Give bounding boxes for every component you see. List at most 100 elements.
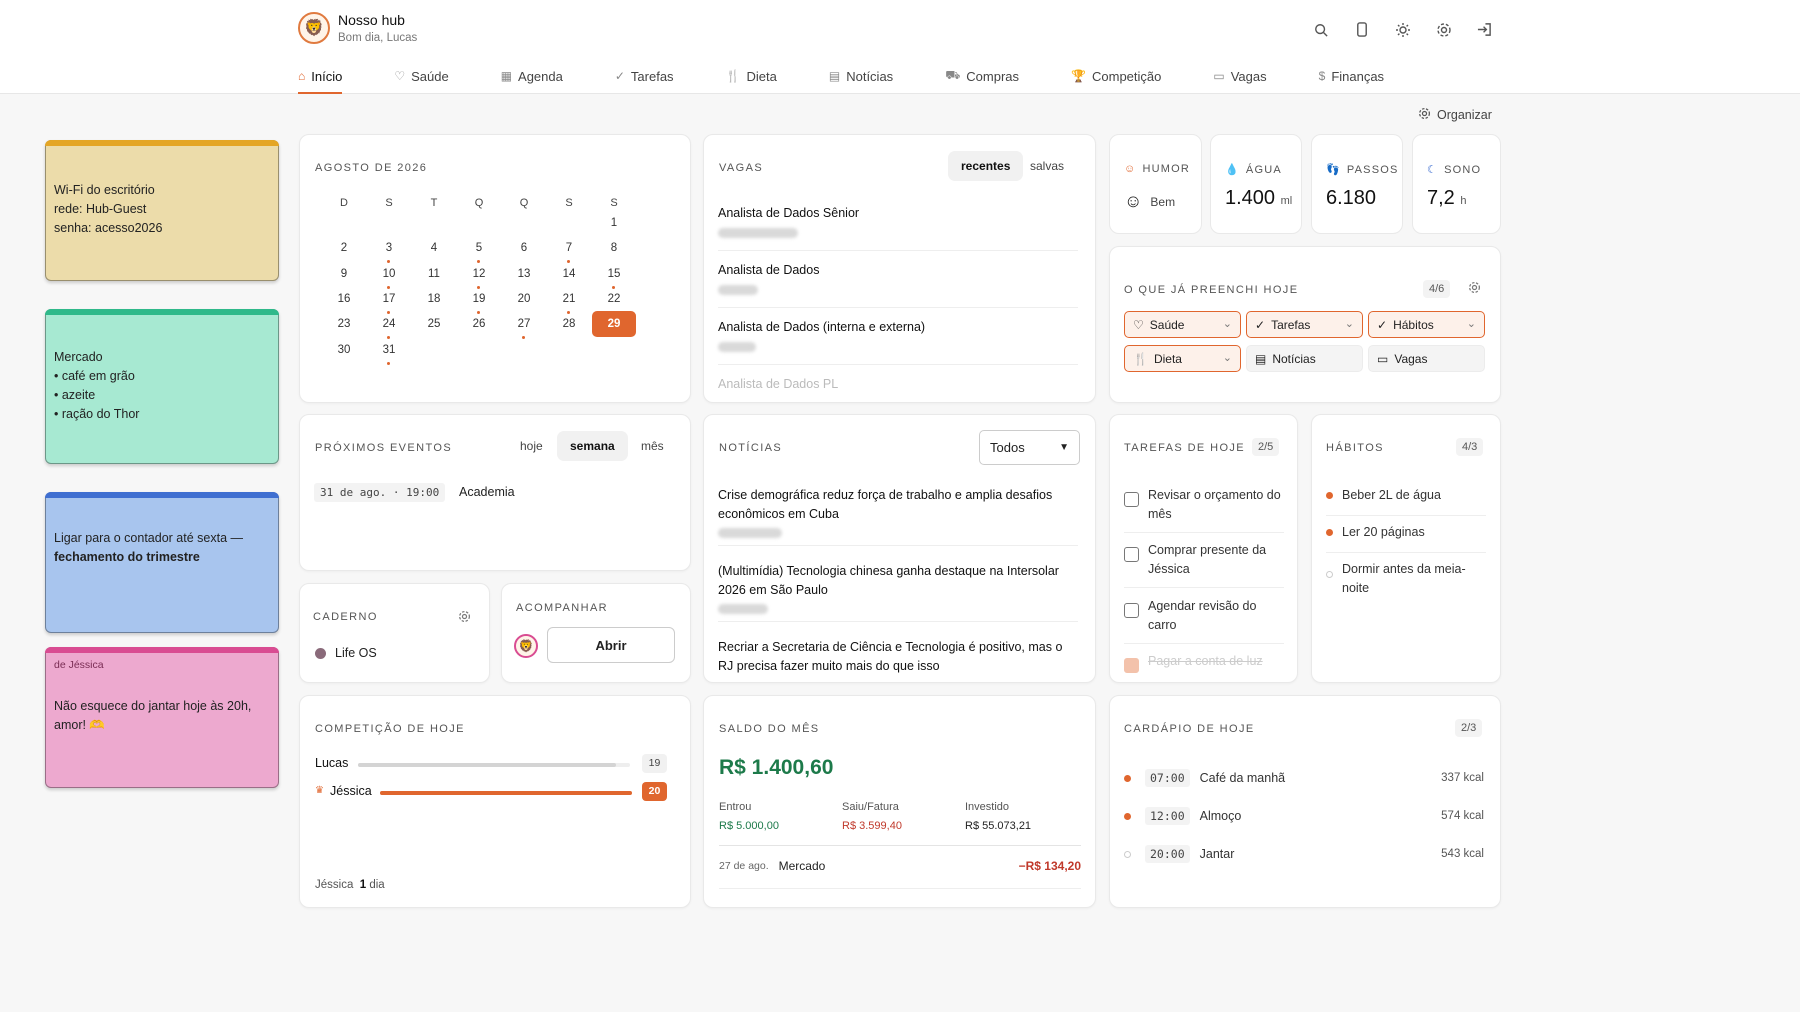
tab-4[interactable]: 🍴 Dieta: [726, 58, 829, 94]
meal-item[interactable]: 07:00 Café da manhã 337 kcal: [1124, 766, 1484, 790]
tab-2[interactable]: ▦ Agenda: [501, 58, 615, 94]
invested-value: R$ 55.073,21: [965, 820, 1032, 832]
calendar-day[interactable]: 14: [547, 264, 591, 290]
task-item[interactable]: Revisar o orçamento do mês: [1124, 486, 1284, 533]
news-item[interactable]: Recriar a Secretaria de Ciência e Tecnol…: [718, 638, 1078, 676]
gear-icon[interactable]: [458, 610, 471, 626]
chip-saude[interactable]: ♡ Saúde ⌄: [1124, 311, 1241, 338]
metric-agua[interactable]: 💧 ÁGUA 1.400 ml: [1210, 134, 1302, 234]
sun-icon[interactable]: [1387, 14, 1418, 45]
last-transaction[interactable]: 27 de ago. Mercado −R$ 134,20: [719, 859, 1081, 889]
job-item[interactable]: Analista de Dados PL: [718, 377, 1078, 402]
job-item[interactable]: Analista de Dados: [718, 263, 1078, 308]
task-checkbox[interactable]: [1124, 492, 1139, 507]
tab-recentes[interactable]: recentes: [948, 151, 1024, 181]
search-icon[interactable]: [1305, 14, 1336, 45]
calendar-day[interactable]: 25: [412, 314, 456, 340]
task-checkbox[interactable]: [1124, 603, 1139, 618]
news-filter-select[interactable]: Todos ▼: [979, 430, 1080, 465]
tab-0[interactable]: ⌂ Início: [298, 58, 394, 94]
habit-item[interactable]: Ler 20 páginas: [1326, 523, 1486, 553]
chip-tarefas[interactable]: ✓ Tarefas ⌄: [1246, 311, 1363, 338]
calendar-day[interactable]: 4: [412, 238, 456, 264]
notebook-item[interactable]: Life OS: [315, 646, 377, 660]
calendar-day[interactable]: 6: [502, 238, 546, 264]
gear-icon: [1418, 107, 1431, 123]
crown-icon: ♛: [315, 785, 324, 796]
task-item[interactable]: Pagar a conta de luz: [1124, 652, 1284, 682]
calendar-day[interactable]: 20: [502, 289, 546, 315]
tab-6[interactable]: ⛟ Compras: [945, 58, 1071, 94]
calendar-day[interactable]: 21: [547, 289, 591, 315]
chip-dieta[interactable]: 🍴 Dieta ⌄: [1124, 345, 1241, 372]
chip-vagas[interactable]: ▭ Vagas: [1368, 345, 1485, 372]
calendar-day[interactable]: 19: [457, 289, 501, 315]
calendar-day[interactable]: 5: [457, 238, 501, 264]
task-checkbox[interactable]: [1124, 658, 1139, 673]
gear-icon[interactable]: [1428, 14, 1459, 45]
news-item[interactable]: Crise demográfica reduz força de trabalh…: [718, 486, 1078, 546]
meal-item[interactable]: 12:00 Almoço 574 kcal: [1124, 804, 1484, 828]
tab-8[interactable]: ▭ Vagas: [1213, 58, 1318, 94]
gear-icon[interactable]: [1468, 281, 1481, 297]
chip-habitos[interactable]: ✓ Hábitos ⌄: [1368, 311, 1485, 338]
calendar-day[interactable]: 17: [367, 289, 411, 315]
tab-3[interactable]: ✓ Tarefas: [615, 58, 726, 94]
calendar-day[interactable]: 2: [322, 238, 366, 264]
calendar-day[interactable]: 15: [592, 264, 636, 290]
tab-7[interactable]: 🏆 Competição: [1071, 58, 1213, 94]
calendar-day[interactable]: 8: [592, 238, 636, 264]
sticky-note-jessica[interactable]: de Jéssica Não esquece do jantar hoje às…: [45, 647, 279, 788]
calendar-day[interactable]: 23: [322, 314, 366, 340]
calendar-day[interactable]: 27: [502, 314, 546, 340]
calendar-day[interactable]: 7: [547, 238, 591, 264]
logout-icon[interactable]: [1469, 14, 1500, 45]
calendar-day[interactable]: 18: [412, 289, 456, 315]
tab-9[interactable]: $ Finanças: [1319, 58, 1436, 94]
tab-1[interactable]: ♡ Saúde: [394, 58, 500, 94]
task-item[interactable]: Agendar revisão do carro: [1124, 597, 1284, 644]
calendar-day[interactable]: 29: [592, 311, 636, 338]
tab-mes[interactable]: mês: [628, 431, 677, 461]
calendar-day[interactable]: 3: [367, 238, 411, 264]
chip-label: Hábitos: [1393, 317, 1434, 332]
calendar-day[interactable]: 9: [322, 264, 366, 290]
task-item[interactable]: Comprar presente da Jéssica: [1124, 541, 1284, 588]
job-item[interactable]: Analista de Dados Sênior: [718, 206, 1078, 251]
habit-item[interactable]: Dormir antes da meia-noite: [1326, 560, 1486, 600]
open-button[interactable]: Abrir: [547, 627, 675, 663]
metric-sono[interactable]: ☾ SONO 7,2 h: [1412, 134, 1501, 234]
metric-humor[interactable]: ☺ HUMOR ☺ Bem: [1109, 134, 1202, 234]
phone-icon[interactable]: [1346, 14, 1377, 45]
organize-button[interactable]: Organizar: [1418, 107, 1492, 123]
calendar-day[interactable]: 16: [322, 289, 366, 315]
event-name[interactable]: Academia: [459, 485, 515, 499]
news-item[interactable]: (Multimídia) Tecnologia chinesa ganha de…: [718, 562, 1078, 622]
calendar-day[interactable]: 11: [412, 264, 456, 290]
avatar-logo[interactable]: 🦁: [298, 12, 330, 44]
sticky-note-wifi[interactable]: Wi-Fi do escritório rede: Hub-Guest senh…: [45, 140, 279, 281]
habit-item[interactable]: Beber 2L de água: [1326, 486, 1486, 516]
task-checkbox[interactable]: [1124, 547, 1139, 562]
tab-hoje[interactable]: hoje: [507, 431, 556, 461]
calendar-day[interactable]: 24: [367, 314, 411, 340]
tab-salvas[interactable]: salvas: [1017, 151, 1077, 181]
calendar-day[interactable]: 31: [367, 340, 411, 366]
calendar-day[interactable]: 10: [367, 264, 411, 290]
sticky-note-mercado[interactable]: Mercado • café em grão • azeite • ração …: [45, 309, 279, 464]
calendar-day[interactable]: 26: [457, 314, 501, 340]
news-title: NOTÍCIAS: [719, 442, 783, 454]
tab-semana[interactable]: semana: [557, 431, 628, 461]
calendar-day[interactable]: 30: [322, 340, 366, 366]
sticky-note-contador[interactable]: Ligar para o contador até sexta — fecham…: [45, 492, 279, 633]
calendar-day[interactable]: 13: [502, 264, 546, 290]
check-icon: ✓: [1255, 317, 1266, 332]
calendar-day[interactable]: 1: [592, 213, 636, 239]
tab-5[interactable]: ▤ Notícias: [829, 58, 945, 94]
calendar-day[interactable]: 28: [547, 314, 591, 340]
meal-item[interactable]: 20:00 Jantar 543 kcal: [1124, 842, 1484, 866]
chip-noticias[interactable]: ▤ Notícias: [1246, 345, 1363, 372]
job-item[interactable]: Analista de Dados (interna e externa): [718, 320, 1078, 365]
calendar-day[interactable]: 12: [457, 264, 501, 290]
metric-passos[interactable]: 👣 PASSOS 6.180: [1311, 134, 1403, 234]
